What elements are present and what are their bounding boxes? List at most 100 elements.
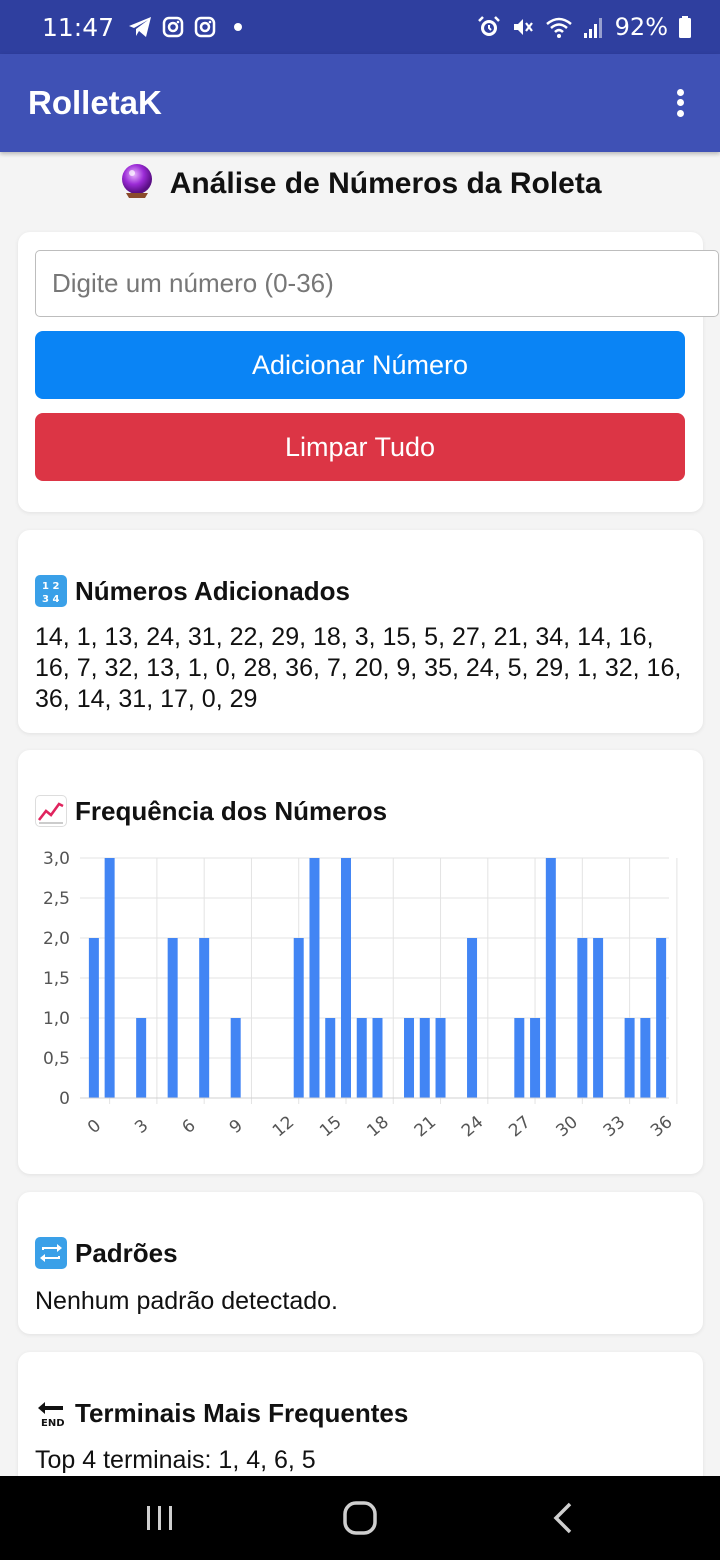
svg-text:3 4: 3 4 xyxy=(42,594,59,605)
chart-bar xyxy=(435,1018,446,1098)
chart-x-tick-label: 6 xyxy=(178,1116,199,1138)
chart-y-tick-label: 2,5 xyxy=(43,889,70,909)
recent-apps-button[interactable] xyxy=(100,1476,220,1560)
chart-bar xyxy=(404,1018,415,1098)
recent-apps-icon xyxy=(147,1506,172,1530)
numbers-card: 1 23 4 Números Adicionados 14, 1, 13, 24… xyxy=(18,530,703,733)
clear-all-button[interactable]: Limpar Tudo xyxy=(35,413,685,481)
status-time: 11:47 xyxy=(42,12,115,42)
frequency-chart: 00,51,01,52,02,53,00 3 6 9 12 15 18 21 24 27 30 33 3… xyxy=(43,849,678,1141)
menu-dot-icon xyxy=(676,88,684,96)
chart-bar xyxy=(656,938,667,1098)
menu-dot-icon xyxy=(676,99,684,107)
chart-bar xyxy=(467,938,478,1098)
overflow-menu-button[interactable] xyxy=(668,83,692,123)
frequency-card: Frequência dos Números 0 0,5 1,0 1,5 2,0 2,5 3… xyxy=(18,750,703,1174)
chart-x-tick-label: 15 xyxy=(316,1112,345,1141)
chart-x-tick-label: 3 xyxy=(131,1116,152,1138)
input-numbers-icon: 1 23 4 xyxy=(35,575,67,607)
chart-bar xyxy=(372,1018,383,1098)
terminals-title: Terminais Mais Frequentes xyxy=(75,1397,409,1428)
chart-bar xyxy=(577,938,588,1098)
chart-bar xyxy=(309,858,320,1098)
patterns-card: Padrões Nenhum padrão detectado. xyxy=(18,1192,703,1334)
svg-text:1 2: 1 2 xyxy=(42,581,59,592)
instagram-icon xyxy=(162,16,184,38)
back-button[interactable] xyxy=(503,1476,623,1560)
chart-bar xyxy=(293,938,304,1098)
telegram-icon xyxy=(129,17,152,37)
status-bar: 11:47 92% xyxy=(0,0,720,54)
app-title: RolletaK xyxy=(28,84,162,121)
chart-y-tick-label: 1,5 xyxy=(43,969,70,989)
chart-x-tick-label: 0 xyxy=(84,1116,105,1138)
repeat-icon xyxy=(35,1237,67,1269)
chart-x-tick-label: 12 xyxy=(269,1112,298,1141)
system-navigation-bar xyxy=(0,1476,720,1560)
chart-x-tick-label: 24 xyxy=(458,1112,487,1141)
terminals-heading: END Terminais Mais Frequentes xyxy=(35,1397,408,1429)
home-icon xyxy=(343,1501,377,1535)
chart-x-tick-label: 27 xyxy=(505,1112,534,1141)
crystal-ball-icon xyxy=(122,164,153,198)
numbers-line: 36, 14, 31, 17, 0, 29 xyxy=(35,685,258,713)
chart-bar xyxy=(593,938,604,1098)
chart-bar xyxy=(514,1018,525,1098)
chart-y-tick-label: 1,0 xyxy=(43,1009,70,1029)
patterns-text: Nenhum padrão detectado. xyxy=(35,1287,338,1315)
chart-bar xyxy=(530,1018,541,1098)
chart-x-tick-label: 33 xyxy=(600,1112,629,1141)
notification-icons xyxy=(128,16,243,38)
terminals-text: Top 4 terminais: 1, 4, 6, 5 xyxy=(35,1446,316,1474)
add-number-button[interactable]: Adicionar Número xyxy=(35,331,685,399)
chart-increasing-icon xyxy=(35,795,67,827)
battery-percent: 92% xyxy=(614,13,668,41)
system-icons: 92% xyxy=(477,13,692,41)
numbers-line: 16, 7, 32, 13, 1, 0, 28, 36, 7, 20, 9, 3… xyxy=(35,654,682,682)
frequency-heading: Frequência dos Números xyxy=(35,795,387,827)
chart-bar xyxy=(136,1018,147,1098)
chart-y-tick-label: 0 xyxy=(59,1089,70,1109)
chart-y-tick-label: 2,0 xyxy=(43,929,70,949)
menu-dot-icon xyxy=(676,110,684,118)
chart-bar xyxy=(419,1018,430,1098)
chart-bar xyxy=(356,1018,367,1098)
wifi-icon xyxy=(545,17,572,38)
patterns-heading: Padrões xyxy=(35,1237,178,1269)
home-button[interactable] xyxy=(300,1476,420,1560)
chart-bar xyxy=(88,938,99,1098)
chart-bar xyxy=(624,1018,635,1098)
back-icon xyxy=(553,1502,572,1534)
chart-bar xyxy=(340,858,351,1098)
svg-text:END: END xyxy=(41,1418,65,1429)
chart-bar xyxy=(167,938,178,1098)
chart-y-tick-label: 3,0 xyxy=(43,849,70,869)
alarm-icon xyxy=(477,16,500,36)
numbers-title: Números Adicionados xyxy=(75,575,350,606)
numbers-heading: 1 23 4 Números Adicionados xyxy=(35,575,350,607)
chart-bar xyxy=(104,858,115,1098)
signal-icon xyxy=(583,18,602,38)
patterns-title: Padrões xyxy=(75,1237,178,1268)
chart-y-tick-label: 0,5 xyxy=(43,1049,70,1069)
page-title-text: Análise de Números da Roleta xyxy=(169,167,602,200)
chart-bar xyxy=(230,1018,241,1098)
input-card: Adicionar Número Limpar Tudo xyxy=(18,232,719,512)
chart-bar xyxy=(640,1018,651,1098)
battery-icon xyxy=(679,16,691,38)
chart-x-tick-label: 36 xyxy=(647,1112,676,1141)
number-input[interactable] xyxy=(35,250,719,317)
app-bar: RolletaK xyxy=(0,54,720,152)
chart-x-tick-label: 9 xyxy=(226,1116,247,1138)
chart-x-tick-label: 21 xyxy=(411,1112,440,1141)
page-title: Análise de Números da Roleta xyxy=(0,162,720,201)
instagram-icon xyxy=(194,16,216,38)
mute-icon xyxy=(513,19,533,35)
frequency-title: Frequência dos Números xyxy=(75,795,388,826)
more-notifications-dot xyxy=(234,23,243,31)
chart-bar xyxy=(325,1018,336,1098)
chart-x-tick-label: 30 xyxy=(553,1112,582,1141)
chart-x-tick-label: 18 xyxy=(363,1112,392,1141)
numbers-list: 14, 1, 13, 24, 31, 22, 29, 18, 3, 15, 5,… xyxy=(35,622,685,715)
chart-bar xyxy=(545,858,556,1098)
